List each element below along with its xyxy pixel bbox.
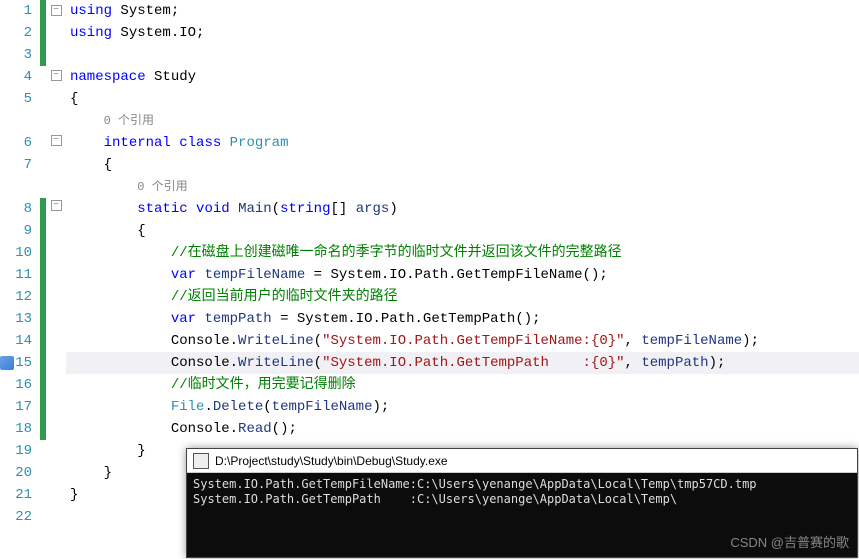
line-number: 6	[0, 132, 32, 154]
code-line	[66, 44, 859, 66]
line-number: 18	[0, 418, 32, 440]
line-number: 2	[0, 22, 32, 44]
line-number: 14	[0, 330, 32, 352]
fold-column: − − − −	[46, 0, 66, 528]
code-line: namespace Study	[66, 66, 859, 88]
line-number: 19	[0, 440, 32, 462]
code-line: {	[66, 154, 859, 176]
code-line: var tempPath = System.IO.Path.GetTempPat…	[66, 308, 859, 330]
line-number: 7	[0, 154, 32, 176]
line-number: 1	[0, 0, 32, 22]
line-number: 22	[0, 506, 32, 528]
line-number: 3	[0, 44, 32, 66]
code-line: using System.IO;	[66, 22, 859, 44]
fold-toggle-icon[interactable]: −	[51, 200, 62, 211]
line-number	[0, 110, 32, 132]
code-line: Console.WriteLine("System.IO.Path.GetTem…	[66, 330, 859, 352]
code-line: static void Main(string[] args)	[66, 198, 859, 220]
code-line: using System;	[66, 0, 859, 22]
line-number: 13	[0, 308, 32, 330]
code-line: internal class Program	[66, 132, 859, 154]
line-number: 9	[0, 220, 32, 242]
line-number: 10	[0, 242, 32, 264]
code-line: //返回当前用户的临时文件夹的路径	[66, 286, 859, 308]
line-number: 16	[0, 374, 32, 396]
console-output[interactable]: System.IO.Path.GetTempFileName:C:\Users\…	[187, 473, 857, 511]
console-titlebar[interactable]: D:\Project\study\Study\bin\Debug\Study.e…	[187, 449, 857, 473]
code-line: {	[66, 220, 859, 242]
line-number	[0, 176, 32, 198]
code-line: File.Delete(tempFileName);	[66, 396, 859, 418]
line-number: 8	[0, 198, 32, 220]
fold-toggle-icon[interactable]: −	[51, 70, 62, 81]
app-icon	[193, 453, 209, 469]
code-line: //临时文件，用完要记得删除	[66, 374, 859, 396]
line-number: 4	[0, 66, 32, 88]
code-line: {	[66, 88, 859, 110]
code-line: Console.Read();	[66, 418, 859, 440]
console-window[interactable]: D:\Project\study\Study\bin\Debug\Study.e…	[186, 448, 858, 558]
line-number: 12	[0, 286, 32, 308]
console-title: D:\Project\study\Study\bin\Debug\Study.e…	[215, 454, 448, 468]
fold-toggle-icon[interactable]: −	[51, 5, 62, 16]
line-number-gutter: 1 2 3 4 5 6 7 8 9 10 11 12 13 14 15 16 1…	[0, 0, 40, 528]
line-number: 5	[0, 88, 32, 110]
codelens-references[interactable]: 0 个引用	[137, 180, 187, 194]
codelens-line: 0 个引用	[66, 176, 859, 198]
fold-toggle-icon[interactable]: −	[51, 135, 62, 146]
codelens-references[interactable]: 0 个引用	[104, 114, 154, 128]
code-line: var tempFileName = System.IO.Path.GetTem…	[66, 264, 859, 286]
line-number: 21	[0, 484, 32, 506]
code-line-current: Console.WriteLine("System.IO.Path.GetTem…	[66, 352, 859, 374]
code-line: //在磁盘上创建磁唯一命名的季字节的临时文件并返回该文件的完整路径	[66, 242, 859, 264]
line-number: 11	[0, 264, 32, 286]
line-number: 17	[0, 396, 32, 418]
codelens-line: 0 个引用	[66, 110, 859, 132]
line-number: 20	[0, 462, 32, 484]
watermark-text: CSDN @吉普赛的歌	[730, 532, 849, 551]
